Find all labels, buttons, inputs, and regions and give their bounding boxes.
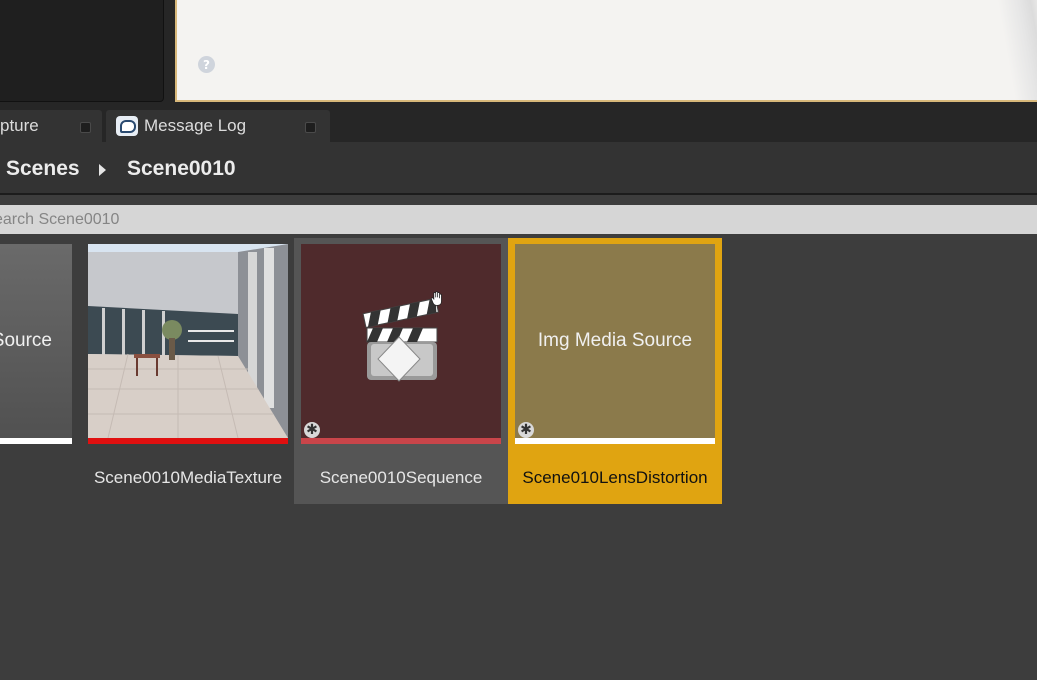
- asset-thumbnail: [88, 244, 288, 444]
- top-area: ?: [0, 0, 1037, 108]
- tab-capture[interactable]: pture: [0, 110, 102, 142]
- asterisk-icon: ✱: [304, 422, 320, 438]
- asset-name: Scene010LensDistortion: [522, 468, 708, 487]
- thumbnail-label: Source: [0, 330, 52, 351]
- tab-bar: pture Message Log: [0, 108, 1037, 142]
- clapperboard-icon: [362, 297, 439, 382]
- help-icon[interactable]: ?: [198, 56, 215, 73]
- left-panel: [0, 0, 164, 102]
- asset-tile[interactable]: ✱ Scene0010Sequence: [294, 238, 508, 504]
- breadcrumb: Scenes Scene0010: [0, 142, 1037, 195]
- asset-type-bar: [515, 438, 715, 444]
- asset-thumbnail: Img Media Source ✱: [515, 244, 715, 444]
- asset-name: Scene0010Sequence: [319, 468, 483, 487]
- asterisk-icon: ✱: [518, 422, 534, 438]
- thumbnail-label: Img Media Source: [537, 330, 693, 351]
- asset-tile[interactable]: Img Media Source ✱ Scene010LensDistortio…: [508, 238, 722, 504]
- asset-tile[interactable]: Source 10: [0, 238, 74, 504]
- asset-tile[interactable]: Scene0010MediaTexture: [81, 238, 295, 504]
- terrace-photo: [88, 244, 288, 438]
- asset-type-bar: [0, 438, 72, 444]
- tab-message-log[interactable]: Message Log: [106, 110, 330, 142]
- tab-label: pture: [0, 116, 39, 135]
- asset-thumbnail: ✱: [301, 244, 501, 444]
- grab-hand-icon: [429, 290, 445, 313]
- asset-type-bar: [301, 438, 501, 444]
- tab-close-icon[interactable]: [305, 122, 316, 133]
- tab-close-icon[interactable]: [80, 122, 91, 133]
- chevron-right-icon[interactable]: [99, 164, 106, 176]
- asset-name: 10: [0, 468, 74, 488]
- breadcrumb-item-scenes[interactable]: Scenes: [6, 157, 80, 181]
- search-input[interactable]: [0, 205, 1037, 234]
- asset-thumbnail: Source: [0, 244, 72, 444]
- asset-type-bar: [88, 438, 288, 444]
- tab-label: Message Log: [144, 116, 247, 135]
- asset-name: Scene0010MediaTexture: [93, 468, 283, 487]
- breadcrumb-item-scene0010[interactable]: Scene0010: [127, 157, 236, 181]
- viewport-panel[interactable]: ?: [175, 0, 1037, 102]
- speech-bubble-icon: [116, 116, 138, 136]
- viewport-streak: [996, 0, 1037, 100]
